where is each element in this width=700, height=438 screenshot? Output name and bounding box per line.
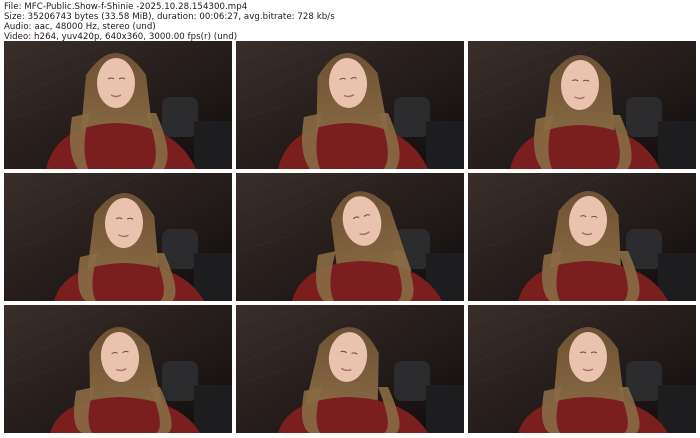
video-thumbnail-5 [236,173,464,301]
video-thumbnail-4 [4,173,232,301]
thumbnail-grid [4,41,696,435]
thumbnail-frame-image [236,41,464,169]
video-thumbnail-2 [236,41,464,169]
thumbnail-frame-image [236,305,464,433]
video-thumbnail-3 [468,41,696,169]
thumbnail-frame-image [4,173,232,301]
thumbnail-frame-image [468,41,696,169]
thumbnail-frame-image [468,305,696,433]
video-thumbnail-1 [4,41,232,169]
file-size-line: Size: 35206743 bytes (33.58 MiB), durati… [4,12,335,22]
video-thumbnail-7 [4,305,232,433]
thumbnail-frame-image [4,41,232,169]
thumbnail-frame-image [468,173,696,301]
file-info-header: File: MFC-Public.Show-f-Shinie -2025.10.… [4,2,694,42]
file-name-line: File: MFC-Public.Show-f-Shinie -2025.10.… [4,2,248,12]
thumbnail-frame-image [236,173,464,301]
video-thumbnail-9 [468,305,696,433]
video-thumbnail-8 [236,305,464,433]
video-thumbnail-6 [468,173,696,301]
audio-info-line: Audio: aac, 48000 Hz, stereo (und) [4,22,156,32]
thumbnail-frame-image [4,305,232,433]
